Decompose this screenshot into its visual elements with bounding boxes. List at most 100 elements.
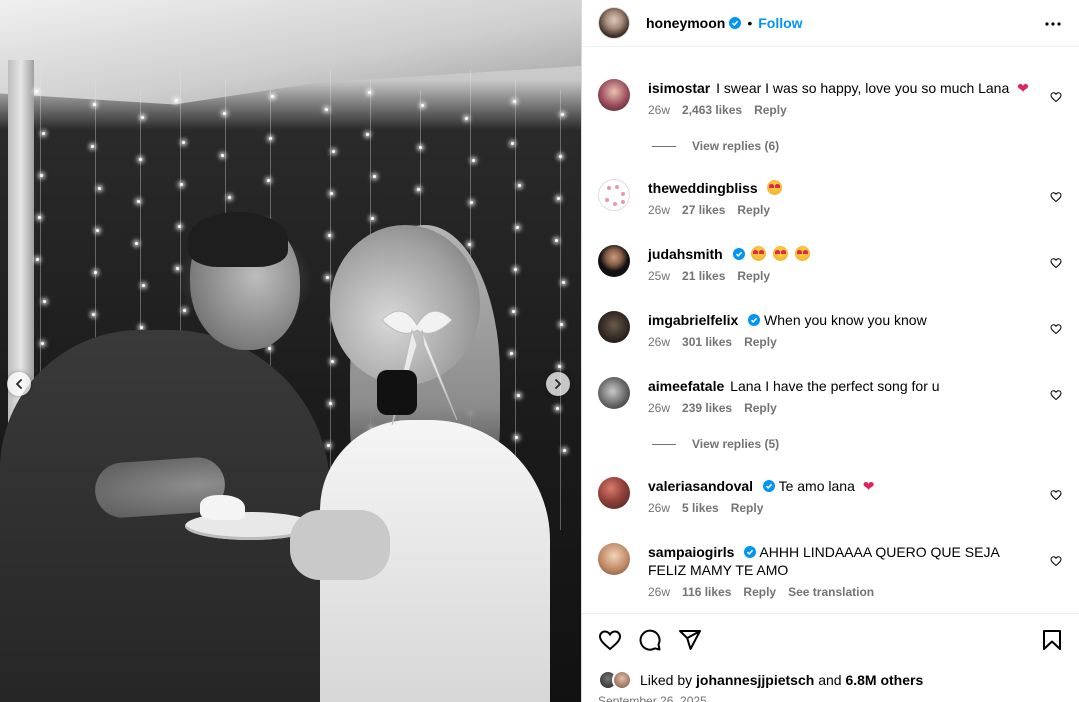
- reply-line: [652, 145, 676, 147]
- reply-button[interactable]: Reply: [731, 501, 764, 515]
- comment-item: judahsmith 25w 21 likes Reply: [598, 245, 1068, 285]
- fairy-light: [182, 141, 185, 144]
- commenter-avatar[interactable]: [598, 311, 630, 343]
- comment-likes[interactable]: 2,463 likes: [682, 103, 742, 117]
- fairy-light: [325, 108, 328, 111]
- comment-meta: 26w 116 likes Reply See translation: [648, 585, 1028, 599]
- see-translation-button[interactable]: See translation: [788, 585, 874, 599]
- liker-avatars[interactable]: [598, 670, 634, 690]
- commenter-username[interactable]: valeriasandoval: [648, 478, 753, 494]
- commenter-avatar[interactable]: [598, 477, 630, 509]
- carousel-next-button[interactable]: [546, 372, 570, 396]
- commenter-avatar[interactable]: [598, 543, 630, 575]
- fairy-light: [470, 201, 473, 204]
- view-replies-button[interactable]: View replies (5): [652, 437, 779, 451]
- commenter-avatar[interactable]: [598, 179, 630, 211]
- comment-likes[interactable]: 27 likes: [682, 203, 725, 217]
- comment-like-icon[interactable]: [1050, 91, 1062, 103]
- liked-by-line: Liked by johannesjjpietsch and 6.8M othe…: [598, 670, 923, 690]
- fairy-light: [562, 281, 565, 284]
- reply-button[interactable]: Reply: [744, 401, 777, 415]
- comment-like-icon[interactable]: [1050, 555, 1062, 567]
- more-options-button[interactable]: [1041, 14, 1065, 34]
- comment-like-icon[interactable]: [1050, 489, 1062, 501]
- view-replies-label[interactable]: View replies (5): [692, 437, 779, 451]
- likes-count[interactable]: 6.8M others: [845, 672, 923, 688]
- fairy-light: [330, 192, 333, 195]
- fairy-light: [41, 342, 44, 345]
- red-heart-emoji: ❤: [862, 478, 875, 494]
- commenter-avatar[interactable]: [598, 245, 630, 277]
- comment-time[interactable]: 26w: [648, 501, 670, 515]
- fairy-light: [176, 267, 179, 270]
- comment-likes[interactable]: 5 likes: [682, 501, 719, 515]
- commenter-avatar[interactable]: [598, 79, 630, 111]
- fairy-light: [142, 284, 145, 287]
- commenter-username[interactable]: imgabrielfelix: [648, 312, 738, 328]
- fairy-light: [513, 100, 516, 103]
- heart-outline-icon[interactable]: [598, 628, 622, 652]
- fairy-light: [36, 258, 39, 261]
- comment-like-icon[interactable]: [1050, 191, 1062, 203]
- post-photo[interactable]: [0, 0, 581, 702]
- comment-time[interactable]: 26w: [648, 203, 670, 217]
- commenter-username[interactable]: sampaiogirls: [648, 544, 734, 560]
- comment-time[interactable]: 26w: [648, 585, 670, 599]
- carousel-prev-button[interactable]: [7, 372, 31, 396]
- comment-likes[interactable]: 301 likes: [682, 335, 732, 349]
- comment-likes[interactable]: 21 likes: [682, 269, 725, 283]
- comment-icon[interactable]: [638, 628, 662, 652]
- commenter-username[interactable]: isimostar: [648, 80, 710, 96]
- fairy-light: [94, 271, 97, 274]
- reply-button[interactable]: Reply: [737, 203, 770, 217]
- commenter-username[interactable]: judahsmith: [648, 246, 723, 262]
- fairy-light: [373, 175, 376, 178]
- follow-button[interactable]: Follow: [758, 15, 802, 31]
- liked-by-username[interactable]: johannesjjpietsch: [696, 672, 814, 688]
- comment-time[interactable]: 26w: [648, 401, 670, 415]
- comment-meta: 26w 27 likes Reply: [648, 203, 1048, 217]
- comment-text: valeriasandoval Te amo lana ❤: [648, 477, 1048, 495]
- reply-button[interactable]: Reply: [754, 103, 787, 117]
- fairy-light: [516, 226, 519, 229]
- comment-like-icon[interactable]: [1050, 389, 1062, 401]
- heart-eyes-emoji: [773, 246, 789, 261]
- comment-item: sampaiogirls AHHH LINDAAAA QUERO QUE SEJ…: [598, 543, 1068, 603]
- comment-likes[interactable]: 239 likes: [682, 401, 732, 415]
- author-username[interactable]: honeymoon: [646, 15, 725, 31]
- reply-button[interactable]: Reply: [744, 335, 777, 349]
- comment-time[interactable]: 26w: [648, 335, 670, 349]
- fairy-light: [135, 242, 138, 245]
- comment-time[interactable]: 25w: [648, 269, 670, 283]
- liked-by-and: and: [818, 672, 842, 688]
- view-replies-button[interactable]: View replies (6): [652, 139, 779, 153]
- post-date[interactable]: September 26, 2025: [598, 694, 707, 702]
- fairy-light: [223, 112, 226, 115]
- heart-eyes-emoji: [766, 180, 782, 195]
- author-avatar[interactable]: [598, 7, 630, 39]
- view-replies-label[interactable]: View replies (6): [692, 139, 779, 153]
- reply-button[interactable]: Reply: [737, 269, 770, 283]
- fairy-light: [515, 436, 518, 439]
- comment-text: aimeefatale Lana I have the perfect song…: [648, 377, 1048, 395]
- comments-list[interactable]: isimostar I swear I was so happy, love y…: [582, 55, 1079, 612]
- commenter-username[interactable]: theweddingbliss: [648, 180, 758, 196]
- post-header: honeymoon • Follow: [582, 0, 1079, 47]
- fairy-light: [43, 300, 46, 303]
- comment-likes[interactable]: 116 likes: [682, 585, 731, 599]
- fairy-light: [419, 146, 422, 149]
- comment-body: Lana I have the perfect song for u: [730, 378, 940, 394]
- bookmark-icon[interactable]: [1040, 628, 1064, 652]
- fairy-light: [555, 239, 558, 242]
- comment-like-icon[interactable]: [1050, 257, 1062, 269]
- comment-text: imgabrielfelix When you know you know: [648, 311, 1048, 329]
- commenter-avatar[interactable]: [598, 377, 630, 409]
- paper-plane-icon[interactable]: [678, 628, 702, 652]
- comment-like-icon[interactable]: [1050, 323, 1062, 335]
- commenter-username[interactable]: aimeefatale: [648, 378, 724, 394]
- comment-item: imgabrielfelix When you know you know 26…: [598, 311, 1068, 351]
- comment-body: Te amo lana: [778, 478, 855, 494]
- fairy-light: [326, 276, 329, 279]
- comment-time[interactable]: 26w: [648, 103, 670, 117]
- reply-button[interactable]: Reply: [743, 585, 776, 599]
